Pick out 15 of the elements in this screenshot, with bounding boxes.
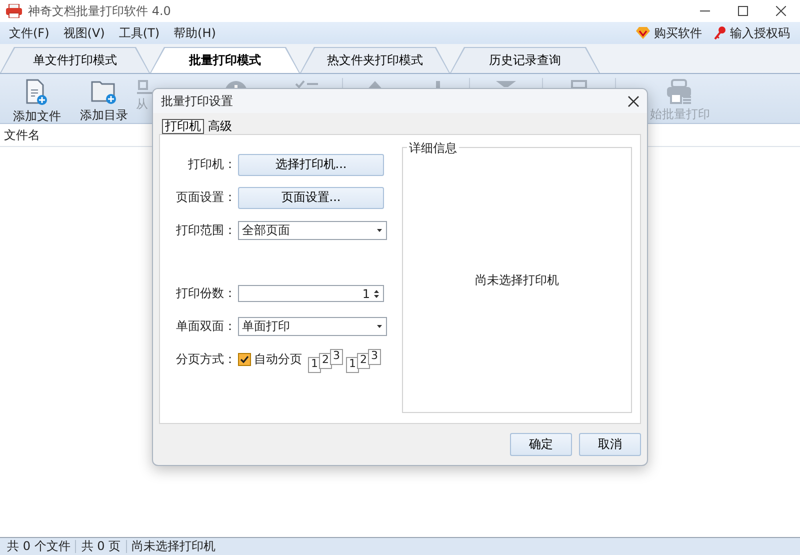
group-title: 详细信息 <box>407 140 459 157</box>
dialog-title: 批量打印设置 <box>161 92 234 110</box>
field-label: 打印份数： <box>175 285 236 302</box>
window-title: 神奇文档批量打印软件 4.0 <box>28 2 172 20</box>
field-label: 打印范围： <box>175 222 236 239</box>
field-label: 打印机： <box>187 156 236 173</box>
status-text: 共 0 个文件 <box>2 540 76 553</box>
page-sample: 3 <box>368 348 381 364</box>
field-label: 分页方式： <box>175 351 236 368</box>
status-text: 尚未选择打印机 <box>130 540 217 553</box>
details-message: 尚未选择打印机 <box>475 272 559 288</box>
page-sample: 3 <box>330 348 343 364</box>
field-label: 页面设置： <box>175 189 236 206</box>
field-label: 单面双面： <box>175 318 236 335</box>
status-text: 共 0 页 <box>76 540 127 553</box>
